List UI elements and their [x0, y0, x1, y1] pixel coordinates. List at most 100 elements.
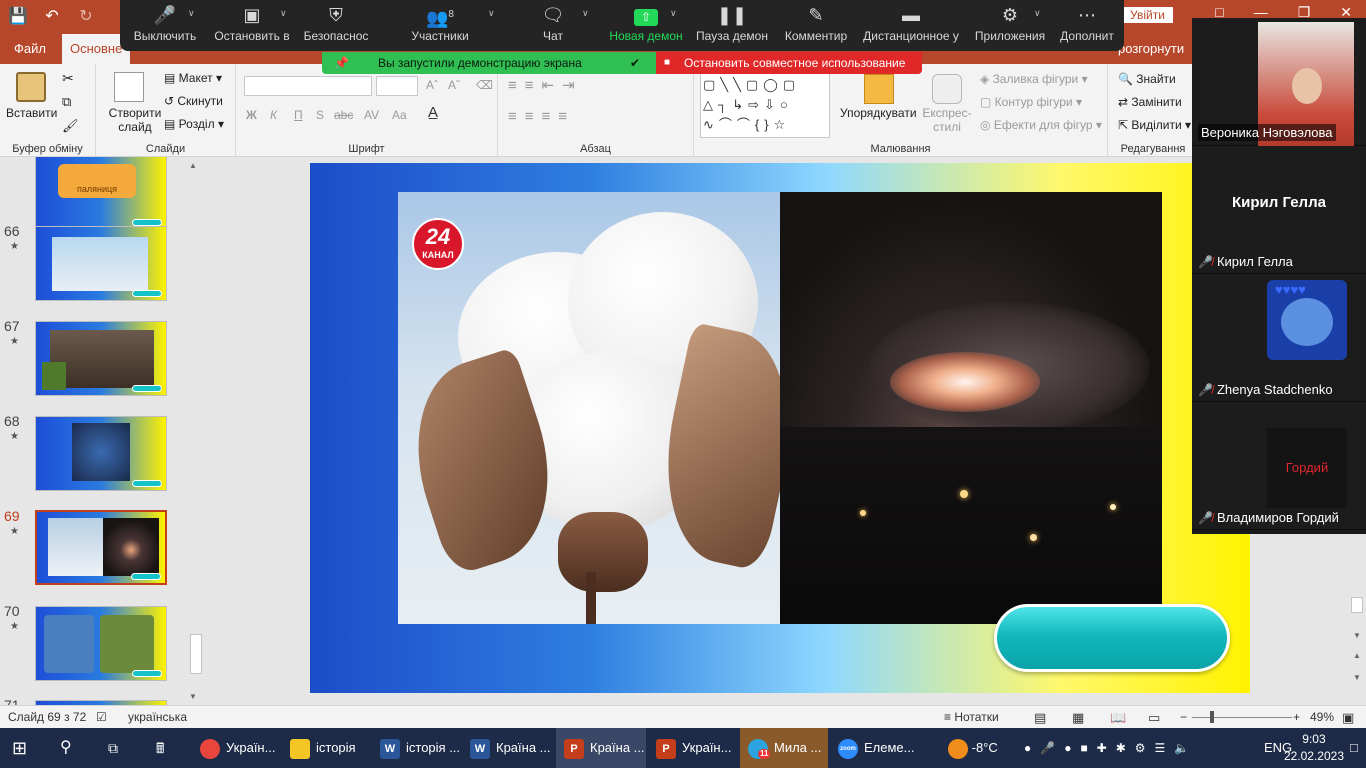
quick-styles-button[interactable]: Експрес-стилі [922, 106, 972, 134]
highlight-color-icon[interactable]: A̲ [428, 104, 438, 121]
taskbar-app-powerpoint[interactable]: P Україн... [648, 728, 738, 768]
fit-to-window-icon[interactable]: ▣ [1342, 710, 1354, 726]
zoom-in-icon[interactable]: + [1293, 710, 1300, 724]
participant-tile[interactable]: Вероника Нэговэлова [1192, 18, 1366, 146]
shape-fill-button[interactable]: ◈ Заливка фігури ▾ [980, 72, 1088, 86]
remote-control-button[interactable]: ▬ Дистанционное у [860, 0, 962, 51]
task-view-button[interactable]: ⧉ [100, 728, 140, 768]
chevron-down-icon[interactable]: ∨ [670, 8, 677, 19]
shapes-gallery[interactable]: ▢╲╲▢◯▢ △┐↳⇨⇩○ ∿⌒⌒{}☆ [700, 72, 830, 138]
taskbar-app-zoom[interactable]: zoom Елеме... [830, 728, 920, 768]
current-slide[interactable]: 24 КАНАЛ [310, 163, 1250, 693]
reset-button[interactable]: ↺ Скинути [164, 94, 223, 108]
arrange-button[interactable]: Упорядкувати [840, 106, 917, 120]
start-button[interactable]: ⊞ [4, 728, 44, 768]
chevron-down-icon[interactable]: ∨ [488, 8, 495, 19]
chat-button[interactable]: 🗨 Чат [532, 0, 574, 51]
scroll-thumb[interactable] [190, 634, 202, 674]
font-name-combobox[interactable] [244, 76, 372, 96]
align-buttons-icon[interactable]: ≡≡≡≡ [508, 108, 575, 125]
more-button[interactable]: ⋯ Дополнит [1056, 0, 1118, 51]
bold-button[interactable]: Ж [246, 108, 257, 122]
scroll-down-icon[interactable]: ▼ [189, 692, 197, 701]
cut-icon[interactable]: ✂ [62, 70, 74, 87]
slideshow-icon[interactable]: ▭ [1148, 710, 1160, 726]
tray-icons[interactable]: ●🎤●■✚✱⚙☰🔈 [1024, 728, 1198, 768]
signin-button[interactable]: Увійти [1122, 7, 1173, 23]
slide-thumbnail[interactable] [35, 606, 167, 681]
reading-view-icon[interactable]: 📖 [1110, 710, 1126, 726]
zoom-slider-track[interactable] [1192, 717, 1292, 718]
list-buttons-icon[interactable]: ≡≡⇤⇥ [508, 76, 583, 94]
night-explosion-image[interactable] [780, 192, 1162, 624]
chevron-down-icon[interactable]: ∨ [280, 8, 287, 19]
taskbar-app-explorer[interactable]: історія [282, 728, 370, 768]
previous-slide-icon[interactable]: ▲ [1353, 651, 1361, 660]
chevron-down-icon[interactable]: ∨ [582, 8, 589, 19]
slide-sorter-icon[interactable]: ▦ [1072, 710, 1084, 726]
shrink-font-button[interactable]: Aˇ [448, 78, 460, 92]
security-button[interactable]: ⛨ Безопаснос [300, 0, 372, 51]
editor-scroll-thumb[interactable] [1351, 597, 1363, 613]
scroll-up-icon[interactable]: ▲ [189, 161, 197, 170]
participant-tile[interactable]: Гордий 🎤̸ Владимиров Гордий [1192, 402, 1366, 530]
slide-thumbnail[interactable] [35, 416, 167, 491]
next-slide-icon[interactable]: ▼ [1353, 673, 1361, 682]
redo-icon[interactable]: ↻ [76, 6, 96, 26]
format-painter-icon[interactable]: 🖌 [62, 118, 79, 134]
participants-button[interactable]: 👥8 Участники [404, 0, 476, 51]
zoom-out-icon[interactable]: − [1180, 710, 1187, 724]
section-button[interactable]: ▤ Розділ ▾ [164, 117, 224, 131]
language-indicator[interactable]: українська [128, 710, 187, 724]
replace-button[interactable]: ⇄ Замінити [1118, 95, 1182, 109]
pin-icon[interactable]: 📌 [334, 52, 349, 74]
copy-icon[interactable]: ⧉ [62, 94, 71, 110]
undo-icon[interactable]: ↶ [42, 6, 62, 26]
calculator-button[interactable]: 🖩 [148, 728, 188, 768]
taskbar-app-telegram[interactable]: 11 Мила ... [740, 728, 828, 768]
strikethrough-button[interactable]: abc [334, 108, 353, 122]
shape-effects-button[interactable]: ◎ Ефекти для фігур ▾ [980, 118, 1102, 132]
new-slide-button[interactable]: Створити слайд [104, 106, 166, 134]
teal-rounded-button-shape[interactable] [994, 604, 1230, 672]
notes-button[interactable]: ≡ Нотатки [944, 710, 999, 724]
underline-button[interactable]: П [294, 108, 303, 122]
slide-thumbnail-selected[interactable] [35, 510, 167, 585]
taskbar-app-chrome[interactable]: Україн... [192, 728, 280, 768]
select-button[interactable]: ⇱ Виділити ▾ [1118, 118, 1191, 132]
scroll-down-icon[interactable]: ▼ [1353, 631, 1361, 640]
grow-font-button[interactable]: Aˆ [426, 78, 438, 92]
slide-thumbnail[interactable] [35, 321, 167, 396]
layout-button[interactable]: ▤ Макет ▾ [164, 71, 222, 85]
taskbar-app-word[interactable]: Wісторія ... [372, 728, 460, 768]
spelling-icon[interactable]: ☑ [96, 710, 107, 724]
normal-view-icon[interactable]: ▤ [1034, 710, 1046, 726]
slide-thumbnail[interactable]: паляниця [35, 157, 167, 230]
taskbar-app-word[interactable]: W Країна ... [462, 728, 552, 768]
font-size-combobox[interactable] [376, 76, 418, 96]
chevron-down-icon[interactable]: ∨ [1034, 8, 1041, 19]
participant-tile[interactable]: Кирил Гелла 🎤̸ Кирил Гелла [1192, 146, 1366, 274]
system-clock[interactable]: 9:03 22.02.2023 [1284, 731, 1344, 765]
search-button[interactable]: ⚲ [52, 728, 92, 768]
find-button[interactable]: 🔍 Знайти [1118, 72, 1176, 86]
notifications-icon[interactable]: □ [1350, 728, 1358, 768]
chevron-down-icon[interactable]: ∨ [188, 8, 195, 19]
case-button[interactable]: Aa [392, 108, 407, 122]
zoom-level[interactable]: 49% [1310, 710, 1334, 724]
tab-file[interactable]: Файл [6, 34, 54, 64]
save-icon[interactable]: 💾 [8, 6, 28, 26]
annotate-button[interactable]: ✎ Комментир [780, 0, 852, 51]
taskbar-app-powerpoint[interactable]: P Країна ... [556, 728, 646, 768]
cotton-boll-image[interactable]: 24 КАНАЛ [398, 192, 780, 624]
stop-share-button[interactable]: ■ Остановить совместное использование [656, 52, 922, 74]
shadow-button[interactable]: S [316, 108, 324, 122]
spacing-button[interactable]: AV [364, 108, 379, 122]
slides-panel-scrollbar[interactable]: ▲ ▼ [187, 157, 203, 705]
participant-tile[interactable]: ♥♥♥♥ 🎤̸ Zhenya Stadchenko [1192, 274, 1366, 402]
pause-share-button[interactable]: ❚❚ Пауза демон [694, 0, 770, 51]
paste-button[interactable]: Вставити [6, 106, 57, 120]
shape-outline-button[interactable]: ▢ Контур фігури ▾ [980, 95, 1082, 109]
slide-thumbnail[interactable] [35, 226, 167, 301]
zoom-slider-thumb[interactable] [1210, 711, 1214, 723]
